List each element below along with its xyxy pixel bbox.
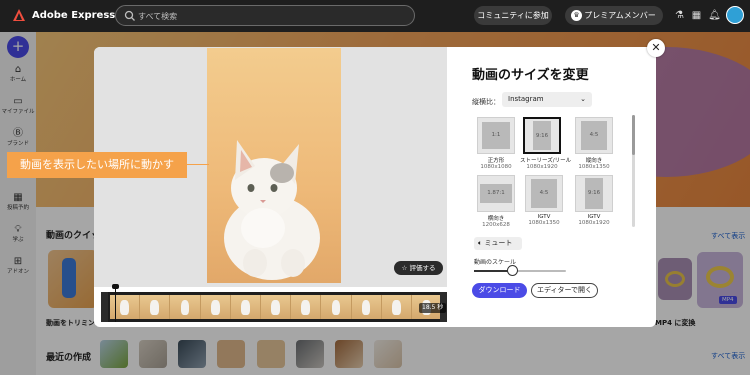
preset-size: 1200x628 [482,222,510,228]
preset-igtv-4-5[interactable]: 4:5 IGTV 1080x1350 [522,175,566,226]
download-button[interactable]: ダウンロード [472,283,527,298]
presets-scrollbar[interactable] [632,115,635,227]
timeline-frames [110,295,443,319]
slider-knob[interactable] [507,265,519,276]
aspect-ratio-value: Instagram [508,95,544,103]
crown-icon: ♛ [571,10,582,21]
search-icon [124,10,135,21]
rate-button[interactable]: ☆ 評価する [394,261,443,275]
preset-size: 1080x1920 [526,164,558,170]
preset-name: ストーリーズ/リール [520,158,572,164]
timeline-frame [230,295,261,319]
preset-ratio: 4:5 [589,132,599,138]
timeline-frame [200,295,231,319]
aspect-ratio-select[interactable]: Instagram ⌄ [502,92,592,107]
app-title[interactable]: Adobe Express [32,10,115,21]
video-timeline[interactable]: 18.5 秒 [101,284,447,322]
duration-badge: 18.5 秒 [419,303,447,313]
search-placeholder: すべて検索 [138,12,178,21]
preset-thumbnail: 4:5 [525,175,563,212]
resize-video-dialog: ☆ 評価する 18.5 秒 動画のサイズを変更 縦横比： Instagram ⌄ [94,47,656,327]
chevron-down-icon: ⌄ [580,95,586,103]
preset-size: 1080x1350 [578,164,610,170]
timeline-frame [291,295,322,319]
video-preview[interactable] [207,48,341,283]
playhead[interactable] [115,286,116,322]
timeline-frame [260,295,292,319]
user-avatar[interactable] [726,6,744,24]
dialog-title: 動画のサイズを変更 [472,68,589,83]
scrollbar-thumb[interactable] [632,115,635,155]
timeline-frame [321,295,352,319]
preset-thumbnail: 1.87:1 [477,175,515,212]
preset-thumbnail: 4:5 [575,117,613,154]
join-community-button[interactable]: コミュニティに参加 [474,6,552,25]
timeline-frame [170,295,201,319]
flask-icon[interactable]: ⚗ [673,9,686,22]
preset-name: 縦向き [585,158,603,164]
preset-name: 横向き [487,216,505,222]
preset-ratio: 4:5 [539,190,549,196]
preset-igtv-9-16[interactable]: 9:16 IGTV 1080x1920 [572,175,616,226]
mute-button[interactable]: 🔈︎ ミュート [474,237,522,250]
preset-size: 1080x1920 [578,220,610,226]
preset-thumbnail: 1:1 [477,117,515,154]
preset-ratio: 9:16 [587,190,601,196]
open-in-editor-button[interactable]: エディターで開く [531,283,598,298]
search-input[interactable]: すべて検索 [115,5,415,26]
preset-portrait[interactable]: 4:5 縦向き 1080x1350 [572,117,616,170]
preset-name: 正方形 [487,158,505,164]
video-scale-slider[interactable] [474,270,566,272]
kitten-image [224,140,320,280]
premium-member-button[interactable]: ♛ プレミアムメンバー [565,6,663,25]
preset-size: 1080x1080 [480,164,512,170]
preset-stories-reels[interactable]: 9:16 ストーリーズ/リール 1080x1920 [520,117,572,170]
callout-connector [187,164,209,165]
preset-ratio: 1:1 [491,132,501,138]
preset-ratio: 9:16 [535,133,549,139]
aspect-ratio-label: 縦横比： [472,98,500,106]
preset-size: 1080x1350 [528,220,560,226]
preset-landscape[interactable]: 1.87:1 横向き 1200x628 [474,175,518,228]
top-bar: Adobe Express すべて検索 コミュニティに参加 ♛ プレミアムメンバ… [0,0,750,32]
timeline-frame [140,295,171,319]
premium-member-label: プレミアムメンバー [584,11,656,20]
preset-thumbnail: 9:16 [575,175,613,212]
adobe-express-logo[interactable] [12,8,26,22]
rate-label: 評価する [409,264,436,272]
notification-bell-icon[interactable]: 🔔︎ [708,9,721,22]
instruction-callout: 動画を表示したい場所に動かす [7,152,187,178]
apps-grid-icon[interactable]: ▦ [690,9,703,22]
mute-label: ミュート [484,239,513,247]
timeline-frame [381,295,412,319]
preset-square[interactable]: 1:1 正方形 1080x1080 [474,117,518,170]
trim-start-handle[interactable] [101,292,108,322]
preset-thumbnail-selected: 9:16 [523,117,561,154]
preset-ratio: 1.87:1 [487,190,505,196]
timeline-frame [351,295,382,319]
close-icon[interactable]: ✕ [647,39,665,57]
